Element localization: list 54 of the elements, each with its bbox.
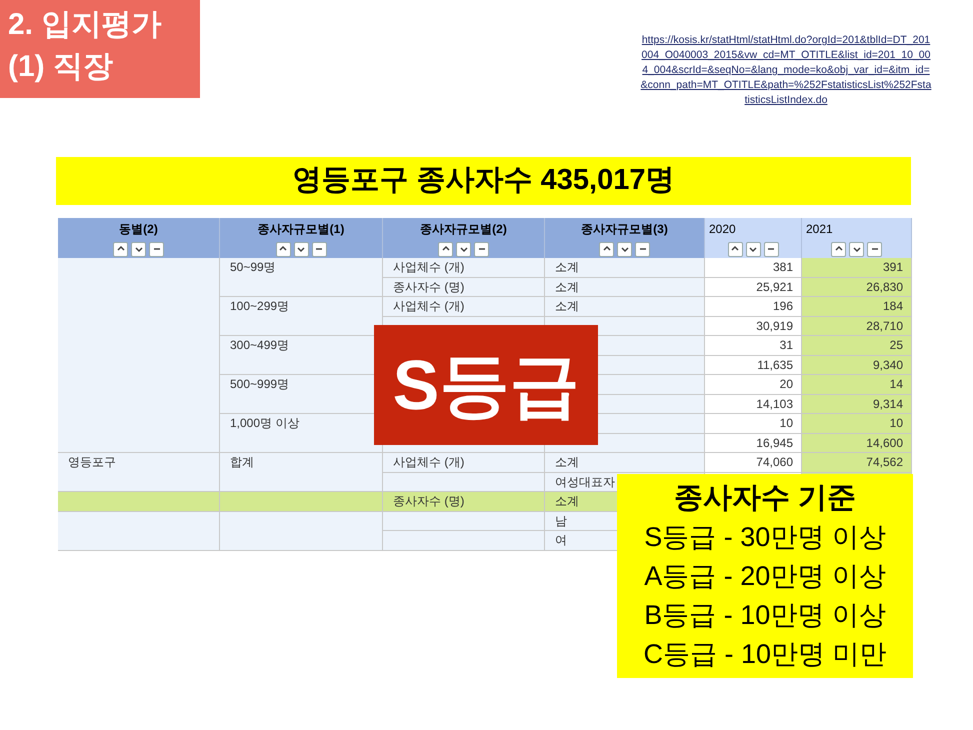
column-header: 동별(2) xyxy=(58,218,220,240)
table-cell: 30,919 xyxy=(705,316,802,336)
column-header: 2021 xyxy=(802,218,912,240)
slide-title: 2. 입지평가 xyxy=(8,7,162,43)
grade-stamp: S등급 xyxy=(374,325,598,445)
sort-descending-button[interactable] xyxy=(456,242,471,256)
table-cell: 25,921 xyxy=(705,278,802,297)
remove-column-button[interactable] xyxy=(764,242,778,256)
table-cell: 184 xyxy=(802,297,912,316)
remove-column-button[interactable] xyxy=(312,242,326,256)
criteria-line: A등급 - 20만명 이상 xyxy=(644,560,886,593)
sort-descending-button[interactable] xyxy=(617,242,632,256)
sort-descending-button[interactable] xyxy=(294,242,308,256)
table-cell: 74,562 xyxy=(802,453,912,472)
sort-ascending-button[interactable] xyxy=(113,242,128,256)
table-cell: 9,314 xyxy=(802,394,912,414)
sort-ascending-button[interactable] xyxy=(728,242,742,256)
table-cell: 391 xyxy=(802,258,912,278)
table-cell: 74,060 xyxy=(705,453,802,472)
sort-descending-button[interactable] xyxy=(849,242,864,256)
table-cell: 9,340 xyxy=(802,356,912,375)
table-cell: 16,945 xyxy=(705,434,802,453)
sort-ascending-button[interactable] xyxy=(599,242,614,256)
column-header: 2020 xyxy=(705,218,802,240)
sort-ascending-button[interactable] xyxy=(438,242,453,256)
table-cell: 196 xyxy=(705,297,802,316)
table-cell: 381 xyxy=(705,258,802,278)
table-cell: 20 xyxy=(705,375,802,394)
sort-ascending-button[interactable] xyxy=(831,242,846,256)
column-header: 종사자규모별(2) xyxy=(383,218,545,240)
column-header: 종사자규모별(3) xyxy=(545,218,705,240)
table-cell: 26,830 xyxy=(802,278,912,297)
table-cell: 14 xyxy=(802,375,912,394)
remove-column-button[interactable] xyxy=(635,242,650,256)
slide-title: (1) 직장 xyxy=(8,49,114,85)
remove-column-button[interactable] xyxy=(474,242,489,256)
table-cell: 31 xyxy=(705,336,802,356)
table-cell: 14,103 xyxy=(705,394,802,414)
criteria-line: C등급 - 10만명 미만 xyxy=(643,638,887,671)
source-link[interactable]: https://kosis.kr/statHtml/statHtml.do?orgId=201&tblId=DT_201004_O040003_2015&vw_cd=MT_OTITLE&list_id=201_10_004_004&scrId=&seqNo=&lang_mode=ko&obj_var_id=&itm_id=&conn_path=MT_OTITLE&path=%252FstatisticsList%252FstatisticsListIndex.do xyxy=(640,33,932,108)
column-header: 종사자규모별(1) xyxy=(220,218,383,240)
remove-column-button[interactable] xyxy=(867,242,882,256)
criteria-line: B등급 - 10만명 이상 xyxy=(644,599,886,632)
table-cell: 25 xyxy=(802,336,912,356)
sort-descending-button[interactable] xyxy=(746,242,760,256)
remove-column-button[interactable] xyxy=(149,242,164,256)
sort-descending-button[interactable] xyxy=(131,242,146,256)
table-cell: 10 xyxy=(705,414,802,434)
table-cell: 11,635 xyxy=(705,356,802,375)
table-cell: 28,710 xyxy=(802,316,912,336)
table-cell: 14,600 xyxy=(802,434,912,453)
sort-ascending-button[interactable] xyxy=(276,242,290,256)
table-cell: 10 xyxy=(802,414,912,434)
title-banner: 영등포구 종사자수 435,017명 xyxy=(56,157,911,205)
